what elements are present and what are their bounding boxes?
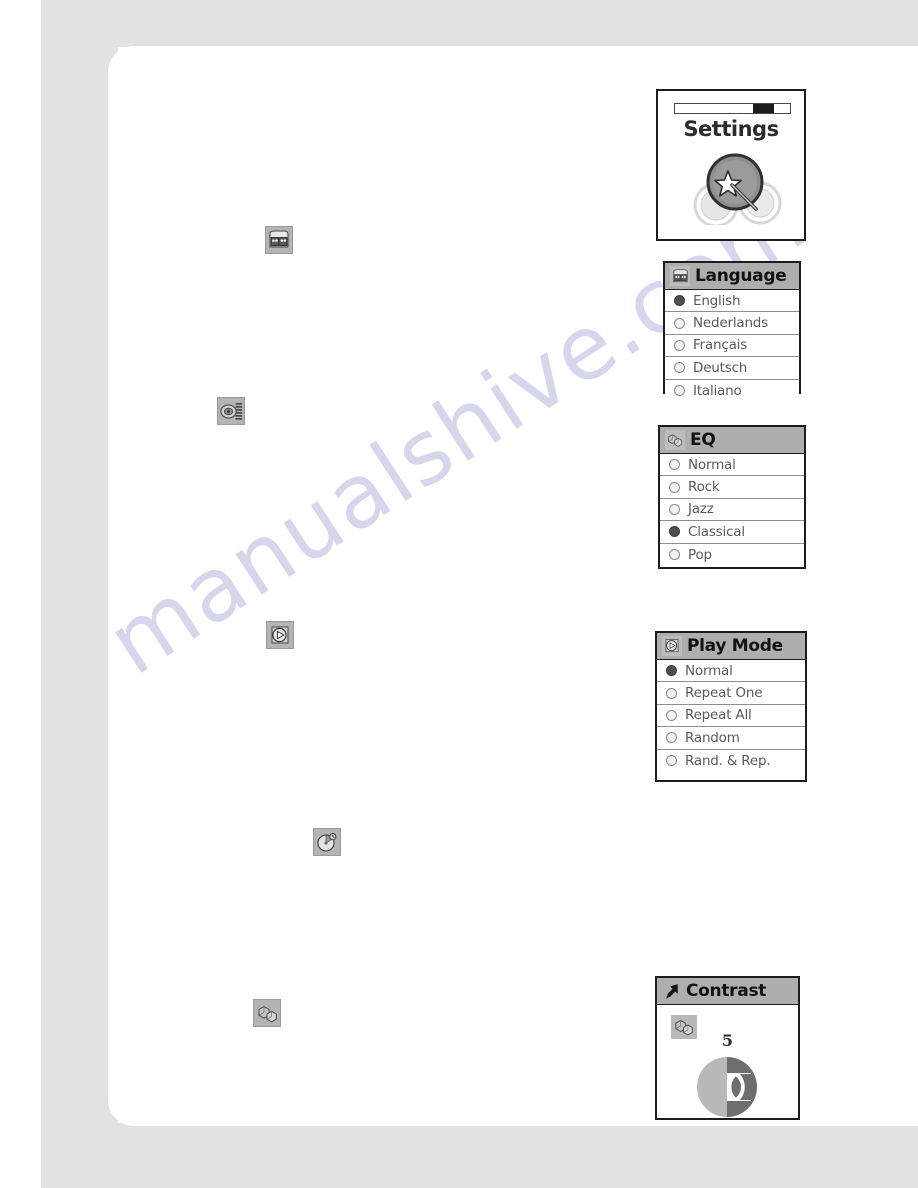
radio-icon[interactable]	[674, 295, 685, 307]
contrast-value: 5	[721, 1031, 734, 1050]
radio-icon[interactable]	[674, 339, 685, 351]
power-off-icon	[313, 828, 341, 856]
screen-settings: Settings	[656, 89, 806, 241]
list-item-label: Normal	[688, 456, 736, 473]
list-item-label: Nederlands	[693, 315, 769, 332]
list-item[interactable]: Nederlands	[665, 312, 799, 335]
magic-wand-star-icon	[680, 147, 786, 230]
list-item[interactable]: Random	[657, 727, 805, 750]
radio-icon[interactable]	[674, 385, 685, 397]
list-item[interactable]: Pop	[660, 543, 804, 566]
radio-icon[interactable]	[669, 549, 680, 561]
list-item-label: Pop	[688, 546, 712, 563]
list-item-label: Classical	[688, 523, 745, 540]
list-item[interactable]: Jazz	[660, 498, 804, 522]
contrast-body: 5	[657, 1005, 798, 1117]
contrast-title: Contrast	[686, 981, 767, 1001]
list-item-label: Normal	[685, 662, 733, 679]
language-header: Language	[665, 263, 799, 290]
settings-progress-bar	[674, 103, 791, 114]
page-title: Settings	[683, 117, 779, 141]
radio-icon[interactable]	[674, 362, 685, 374]
list-item-label: Repeat All	[685, 707, 752, 724]
list-item-label: Deutsch	[693, 359, 748, 376]
list-item-label: Italiano	[693, 382, 742, 399]
list-item[interactable]: Rand. & Rep.	[657, 749, 805, 772]
list-item[interactable]: Rock	[660, 476, 804, 499]
play-mode-icon	[662, 636, 682, 656]
radio-icon[interactable]	[669, 481, 680, 493]
list-item[interactable]: Normal	[660, 454, 804, 477]
play-mode-icon	[266, 621, 294, 649]
settings-progress-fill	[753, 104, 774, 113]
screen-language: Language English Nederlands Français Deu…	[663, 261, 801, 402]
language-title: Language	[695, 266, 787, 286]
radio-icon[interactable]	[666, 755, 677, 767]
list-item-label: Jazz	[688, 501, 714, 518]
radio-icon[interactable]	[666, 665, 677, 677]
language-icon	[670, 266, 690, 286]
list-item[interactable]: Repeat One	[657, 682, 805, 705]
screen-play-mode: Play Mode Normal Repeat One Repeat All R…	[655, 631, 807, 782]
manual-page: manualshive.com Settings Language Englis…	[0, 0, 918, 1188]
list-item-label: Français	[693, 337, 748, 354]
eq-header: EQ	[660, 427, 804, 454]
page-frame-bottom	[41, 1123, 918, 1188]
list-item[interactable]: English	[665, 290, 799, 313]
list-item[interactable]: Normal	[657, 660, 805, 683]
contrast-level-dial	[695, 1055, 759, 1124]
eq-title: EQ	[690, 430, 716, 450]
list-item[interactable]: Français	[665, 334, 799, 358]
radio-icon[interactable]	[669, 459, 680, 471]
list-item-label: Rand. & Rep.	[685, 752, 771, 769]
contrast-icon	[253, 999, 281, 1027]
list-item[interactable]: Italiano	[665, 379, 799, 402]
list-item-label: Random	[685, 729, 740, 746]
radio-icon[interactable]	[669, 503, 680, 515]
list-item-label: Rock	[688, 479, 720, 496]
radio-icon[interactable]	[666, 687, 677, 699]
radio-icon[interactable]	[666, 709, 677, 721]
play-mode-title: Play Mode	[687, 636, 783, 656]
page-frame-top	[41, 0, 918, 47]
list-item[interactable]: Classical	[660, 521, 804, 544]
play-mode-header: Play Mode	[657, 633, 805, 660]
screen-contrast: Contrast 5	[655, 976, 800, 1120]
equalizer-cubes-icon	[665, 430, 685, 450]
arrow-pointer-icon	[662, 982, 681, 1001]
equalizer-icon	[217, 397, 245, 425]
list-item[interactable]: Deutsch	[665, 357, 799, 380]
radio-icon[interactable]	[674, 317, 685, 329]
list-item-label: English	[693, 292, 741, 309]
radio-icon[interactable]	[666, 732, 677, 744]
contrast-header: Contrast	[657, 978, 798, 1005]
radio-icon[interactable]	[669, 526, 680, 538]
screen-eq: EQ Normal Rock Jazz Classical Pop	[658, 425, 806, 569]
list-item[interactable]: Repeat All	[657, 704, 805, 728]
list-item-label: Repeat One	[685, 685, 763, 702]
page-frame-left	[41, 0, 118, 1188]
language-icon	[265, 226, 293, 254]
